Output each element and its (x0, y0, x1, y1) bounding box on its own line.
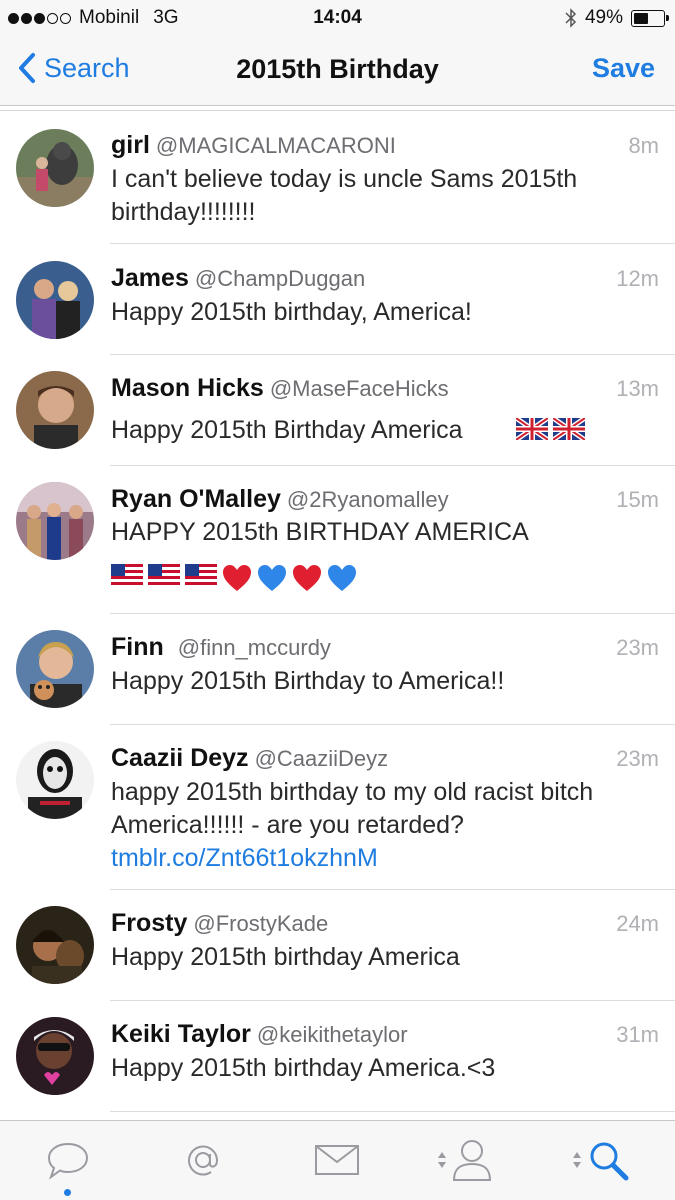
emoji-row (111, 564, 357, 592)
at-sign-icon (188, 1145, 219, 1176)
us-flag-icon (111, 564, 143, 586)
author-handle[interactable]: @CaaziiDeyz (255, 746, 389, 771)
tweet-text: happy 2015th birthday to my old racist b… (111, 776, 655, 875)
tweet-item[interactable]: Keiki Taylor @keikithetaylor 31m Happy 201… (0, 1001, 675, 1112)
tweet-time: 15m (616, 487, 659, 512)
save-button[interactable]: Save (592, 53, 655, 84)
avatar[interactable] (16, 482, 94, 560)
tweet-text: Happy 2015th Birthday America (111, 416, 463, 444)
status-right: 49% (565, 7, 669, 29)
red-heart-icon (293, 565, 321, 591)
tweet-item[interactable]: Finn @finn_mccurdy 23m Happy 2015th Birthd… (0, 614, 675, 725)
tweet-text: HAPPY 2015th BIRTHDAY AMERICA (111, 518, 529, 546)
envelope-icon (315, 1145, 359, 1175)
avatar[interactable] (16, 741, 94, 819)
author-name[interactable]: girl (111, 131, 150, 159)
tweet-item[interactable]: Ryan O'Malley @2Ryanomalley 15m HAPPY 2015… (0, 466, 675, 614)
tab-messages[interactable] (270, 1121, 405, 1200)
sort-arrows-icon (438, 1152, 446, 1168)
tab-search[interactable] (540, 1121, 675, 1200)
author-name[interactable]: James (111, 264, 189, 292)
bluetooth-icon (565, 8, 577, 28)
status-bar: Mobinil 3G 14:04 49% (0, 0, 675, 36)
tab-timeline[interactable] (0, 1121, 135, 1200)
us-flag-icon (185, 564, 217, 586)
avatar[interactable] (16, 1017, 94, 1095)
author-name[interactable]: Finn (111, 633, 164, 661)
avatar[interactable] (16, 371, 94, 449)
tweet-link[interactable]: tmblr.co/Znt66t1okzhnM (111, 844, 378, 872)
tweet-item[interactable]: girl @MAGICALMACARONI 8m I can't believe t… (0, 111, 675, 244)
uk-flag-icon (516, 418, 548, 440)
magnifier-icon (590, 1142, 629, 1181)
speech-bubble-icon (47, 1142, 89, 1180)
author-handle[interactable]: @finn_mccurdy (178, 635, 331, 660)
person-icon (452, 1140, 492, 1181)
avatar[interactable] (16, 129, 94, 207)
tweet-time: 8m (628, 133, 659, 158)
tweet-item[interactable]: Mason Hicks @MaseFaceHicks 13m Happy 2015t… (0, 355, 675, 466)
author-name[interactable]: Frosty (111, 909, 187, 937)
avatar[interactable] (16, 630, 94, 708)
tweet-time: 23m (616, 635, 659, 660)
blue-heart-icon (258, 565, 286, 591)
author-name[interactable]: Keiki Taylor (111, 1020, 251, 1048)
author-handle[interactable]: @MAGICALMACARONI (156, 133, 396, 158)
author-handle[interactable]: @keikithetaylor (257, 1022, 408, 1047)
tab-bar (0, 1120, 675, 1200)
tweet-time: 24m (616, 911, 659, 936)
tweet-item[interactable]: Frosty @FrostyKade 24m Happy 2015th birthd… (0, 890, 675, 1001)
red-heart-icon (223, 565, 251, 591)
tweet-text: Happy 2015th Birthday to America!! (111, 667, 505, 695)
tweet-text: Happy 2015th birthday America.<3 (111, 1054, 496, 1082)
tweet-time: 12m (616, 266, 659, 291)
tweet-item[interactable]: Caazii Deyz @CaaziiDeyz 23m happy 2015th b… (0, 725, 675, 890)
battery-fill (634, 12, 648, 24)
author-name[interactable]: Caazii Deyz (111, 744, 249, 772)
tweet-text-body: happy 2015th birthday to my old racist b… (111, 778, 594, 839)
author-handle[interactable]: @MaseFaceHicks (270, 376, 449, 401)
tweet-time: 23m (616, 746, 659, 771)
active-indicator (64, 1189, 71, 1196)
battery-percent: 49% (584, 7, 623, 28)
author-handle[interactable]: @ChampDuggan (195, 266, 365, 291)
navigation-bar: Search 2015th Birthday Save (0, 36, 675, 106)
uk-flag-icon (553, 418, 585, 440)
blue-heart-icon (328, 565, 356, 591)
us-flag-icon (148, 564, 180, 586)
author-name[interactable]: Mason Hicks (111, 374, 264, 402)
page-title: 2015th Birthday (236, 54, 439, 84)
tab-mentions[interactable] (135, 1121, 270, 1200)
sort-arrows-icon (573, 1152, 581, 1168)
tweet-time: 13m (616, 376, 659, 401)
tweet-text: I can't believe today is uncle Sams 2015… (111, 165, 578, 226)
battery-icon (631, 9, 669, 27)
divider (110, 1111, 675, 1112)
author-name[interactable]: Ryan O'Malley (111, 485, 281, 513)
tweet-list[interactable]: girl @MAGICALMACARONI 8m I can't believe t… (0, 110, 675, 1120)
tweet-time: 31m (616, 1022, 659, 1047)
avatar[interactable] (16, 906, 94, 984)
emoji-row (516, 418, 585, 440)
tweet-text: Happy 2015th birthday, America! (111, 298, 472, 326)
author-handle[interactable]: @FrostyKade (193, 911, 328, 936)
tab-profile[interactable] (405, 1121, 540, 1200)
tweet-item[interactable]: James @ChampDuggan 12m Happy 2015th birthd… (0, 244, 675, 355)
avatar[interactable] (16, 261, 94, 339)
author-handle[interactable]: @2Ryanomalley (287, 487, 449, 512)
tweet-text: Happy 2015th birthday America (111, 943, 460, 971)
